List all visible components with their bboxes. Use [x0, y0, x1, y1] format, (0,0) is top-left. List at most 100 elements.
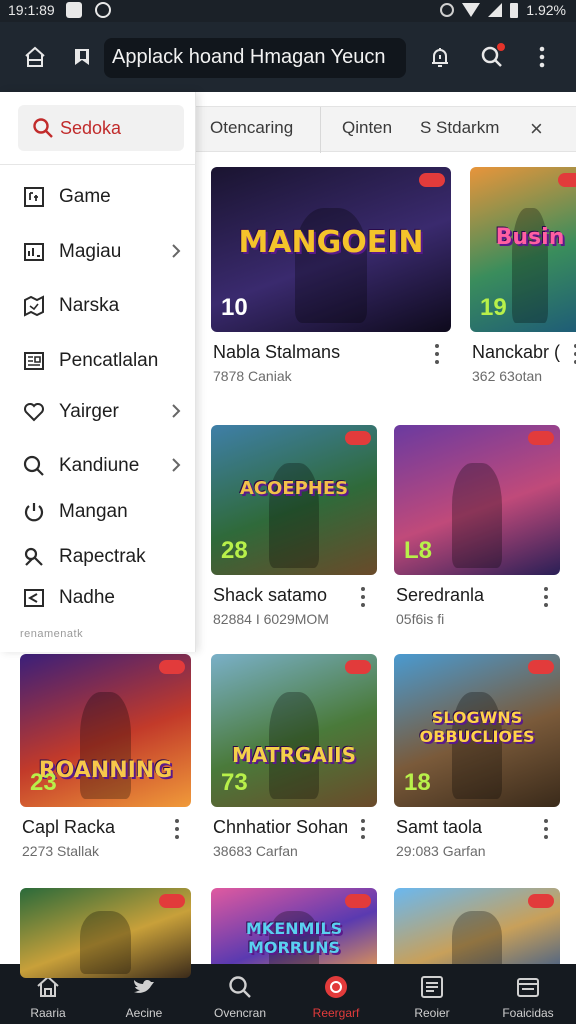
drawer-item-game[interactable]: Game — [0, 177, 196, 217]
more-vertical-icon[interactable] — [175, 819, 181, 843]
battery-icon — [510, 2, 519, 18]
chevron-right-icon[interactable] — [170, 456, 182, 474]
side-drawer: Sedoka Game Magiau Narska Pencatlalan Yairge… — [0, 92, 196, 652]
game-title[interactable]: Chnhatior Sohan — [213, 817, 348, 838]
signal-icon — [488, 3, 503, 17]
app-bar: Applack hoand Hmagan Yeucn — [0, 22, 576, 92]
drawer-item-nadhe[interactable]: Nadhe — [0, 578, 196, 618]
game-title[interactable]: Nanckabr ( — [472, 342, 560, 363]
drawer-item-pencatlalan[interactable]: Pencatlalan — [0, 341, 196, 381]
home-button[interactable] — [17, 39, 53, 75]
more-vertical-icon[interactable] — [361, 819, 367, 843]
game-thumbnail[interactable] — [394, 888, 560, 964]
game-thumbnail[interactable]: SLOGWNS OBBUCLIOES 18 — [394, 654, 560, 807]
more-vertical-icon[interactable] — [544, 819, 550, 843]
filter-chip[interactable]: Otencaring — [210, 118, 293, 138]
game-thumbnail[interactable]: ACOEPHES 28 — [211, 425, 377, 575]
game-subtitle: 05f6is fi — [396, 611, 445, 627]
game-thumbnail[interactable]: Busin 19 — [470, 167, 576, 332]
search-input[interactable]: Applack hoand Hmagan Yeucn — [104, 38, 406, 78]
drawer-item-mangan[interactable]: Mangan — [0, 492, 196, 532]
game-rank-number: 10 — [221, 294, 248, 321]
status-bar: 19:1:89 1.92% — [0, 0, 576, 22]
home-icon — [25, 46, 45, 67]
divider — [0, 164, 196, 165]
hot-badge — [159, 894, 185, 908]
game-logo-text: MANGOEIN — [238, 225, 424, 260]
map-icon — [24, 295, 44, 317]
game-title[interactable]: Seredranla — [396, 585, 484, 606]
search-button[interactable] — [474, 39, 510, 75]
more-vertical-icon[interactable] — [544, 587, 550, 611]
hot-badge — [345, 431, 371, 445]
nav-label: Ovencran — [213, 1006, 267, 1020]
power-icon — [24, 503, 44, 522]
drawer-item-label: Rapectrak — [59, 546, 146, 567]
hot-badge — [558, 173, 576, 187]
nav-label: Raaria — [30, 1006, 66, 1020]
hot-badge — [528, 431, 554, 445]
drawer-item-label: Narska — [59, 295, 120, 316]
newspaper-icon — [24, 352, 44, 370]
drawer-search-label: Sedoka — [60, 118, 122, 138]
hot-badge — [345, 894, 371, 908]
drawer-search[interactable]: Sedoka — [18, 105, 184, 151]
nav-item-ovencran[interactable]: Ovencran — [192, 964, 288, 1024]
nav-label: Reoier — [414, 1006, 450, 1020]
battery-level: 1.92% — [526, 2, 566, 18]
drawer-item-yairger[interactable]: Yairger — [0, 392, 196, 432]
drawer-item-magiau[interactable]: Magiau — [0, 232, 196, 272]
search-icon — [33, 118, 53, 138]
status-time: 19:1:89 — [8, 2, 55, 18]
game-title[interactable]: Shack satamo — [213, 585, 327, 606]
drawer-item-rapectrak[interactable]: Rapectrak — [0, 537, 196, 577]
drawer-item-label: Kandiune — [59, 455, 140, 476]
character-art — [452, 463, 502, 568]
game-title[interactable]: Capl Racka — [22, 817, 115, 838]
game-thumbnail[interactable]: ROANNING 23 — [20, 654, 191, 807]
folder-icon — [517, 978, 539, 997]
hot-badge — [528, 894, 554, 908]
game-title[interactable]: Samt taola — [396, 817, 482, 838]
nav-item-reoier[interactable]: Reoier — [384, 964, 480, 1024]
nav-label: Aecine — [125, 1006, 163, 1020]
game-title[interactable]: Nabla Stalmans — [213, 342, 340, 363]
game-rank-number: 23 — [30, 769, 57, 796]
bookmark-button[interactable] — [64, 39, 100, 75]
chevron-right-icon[interactable] — [170, 242, 182, 260]
game-thumbnail[interactable]: MKENMILS MORRUNS — [211, 888, 377, 964]
game-rank-number: 18 — [404, 769, 431, 796]
game-thumbnail[interactable] — [20, 888, 191, 978]
game-logo-text: SLOGWNS OBBUCLIOES — [419, 708, 535, 746]
game-thumbnail[interactable]: L8 — [394, 425, 560, 575]
game-subtitle: 29:083 Garfan — [396, 843, 486, 859]
more-vertical-icon[interactable] — [435, 344, 441, 368]
nav-item-foaicidas[interactable]: Foaicidas — [480, 964, 576, 1024]
filter-chip[interactable]: S Stdarkm — [420, 118, 499, 138]
share-icon — [24, 589, 44, 607]
game-logo-text: MKENMILS MORRUNS — [245, 919, 343, 957]
close-filter-icon[interactable]: × — [530, 116, 543, 142]
game-rank-number: 73 — [221, 769, 248, 796]
game-subtitle: 362 63otan — [472, 368, 543, 384]
game-thumbnail[interactable]: MANGOEIN 10 — [211, 167, 451, 332]
drawer-item-label: Pencatlalan — [59, 350, 159, 371]
drawer-item-label: Mangan — [59, 501, 128, 522]
drawer-item-kandiune[interactable]: Kandiune — [0, 446, 196, 486]
game-thumbnail[interactable]: MATRGAIIS 73 — [211, 654, 377, 807]
link-icon — [24, 547, 43, 566]
filter-bar: Otencaring Qinten S Stdarkm × — [196, 106, 576, 153]
search-icon — [229, 976, 251, 998]
notifications-button[interactable] — [422, 39, 458, 75]
drawer-item-narska[interactable]: Narska — [0, 286, 196, 326]
nav-item-reergarf[interactable]: Reergarf — [288, 964, 384, 1024]
more-options-button[interactable] — [524, 39, 560, 75]
main-content: Otencaring Qinten S Stdarkm × MANGOEIN 10… — [196, 92, 576, 964]
game-rank-number: L8 — [404, 537, 433, 564]
hot-badge — [345, 660, 371, 674]
filter-chip[interactable]: Qinten — [342, 118, 392, 138]
game-logo-text: ACOEPHES — [239, 478, 349, 499]
chevron-right-icon[interactable] — [170, 402, 182, 420]
more-vertical-icon[interactable] — [361, 587, 367, 611]
gamepad-icon — [24, 187, 44, 207]
